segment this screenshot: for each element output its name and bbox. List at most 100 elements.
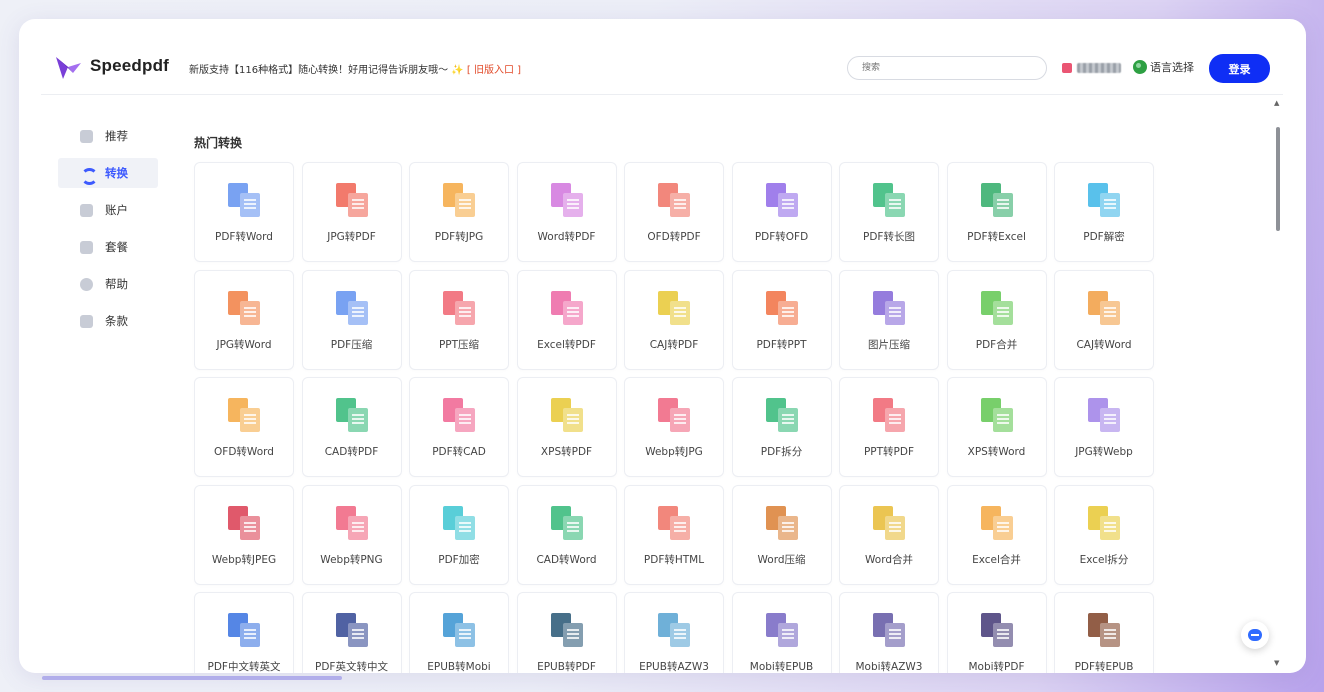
chat-support-button[interactable] (1241, 621, 1269, 649)
epub-to-mobi-icon (443, 613, 477, 647)
tool-card[interactable]: PDF中文转英文 (194, 592, 294, 673)
app-window: Speedpdf 新版支持【116种格式】随心转换！好用记得告诉朋友哦～ ✨ [… (19, 19, 1306, 673)
language-selector[interactable]: 语言选择 (1133, 59, 1194, 75)
tool-label: Webp转JPEG (211, 553, 277, 566)
tool-card[interactable]: PDF加密 (409, 484, 509, 585)
tool-card[interactable]: Excel合并 (946, 484, 1047, 585)
tool-card[interactable]: Webp转PNG (301, 484, 402, 585)
tool-label: EPUB转PDF (537, 661, 596, 673)
tool-card[interactable]: PDF转EPUB (1054, 592, 1154, 673)
tool-label: XPS转PDF (540, 446, 593, 458)
pdf-merge-icon (980, 290, 1015, 325)
sidebar-item-document[interactable]: 条款 (58, 306, 158, 336)
tool-card[interactable]: Webp转JPG (624, 377, 724, 477)
tool-card[interactable]: JPG转PDF (301, 162, 402, 262)
tool-card[interactable]: CAJ转Word (1054, 269, 1154, 370)
sidebar-item-card[interactable]: 套餐 (58, 232, 158, 262)
caj-to-word-icon (1088, 290, 1122, 325)
scroll-up-arrow-icon[interactable]: ▲ (1274, 99, 1279, 107)
tool-card[interactable]: PDF转PPT (731, 269, 832, 370)
pdf-to-html-icon (658, 505, 692, 540)
tool-card[interactable]: EPUB转PDF (516, 592, 617, 673)
tool-label: PDF压缩 (330, 338, 373, 351)
tool-card[interactable]: EPUB转Mobi (409, 592, 509, 673)
tool-card[interactable]: Excel转PDF (516, 269, 617, 370)
epub-to-pdf-icon (550, 613, 585, 647)
tool-label: OFD转Word (214, 446, 274, 458)
sidebar: 推荐转换账户套餐帮助条款 (58, 121, 158, 343)
tool-card[interactable]: OFD转Word (194, 377, 294, 477)
tool-card[interactable]: CAD转Word (516, 484, 617, 585)
sparkle-icon: ✨ (451, 65, 464, 76)
chat-bubble-icon (1248, 629, 1262, 641)
user-icon (80, 203, 93, 217)
search-input[interactable] (847, 56, 1047, 80)
app-content: Speedpdf 新版支持【116种格式】随心转换！好用记得告诉朋友哦～ ✨ [… (41, 37, 1283, 673)
tool-card[interactable]: PDF拆分 (731, 377, 832, 477)
tool-label: Mobi转EPUB (749, 661, 814, 673)
mobi-to-azw3-icon (873, 613, 907, 647)
tool-card[interactable]: PDF合并 (946, 269, 1047, 370)
login-button[interactable]: 登录 (1209, 54, 1270, 83)
tool-card[interactable]: PDF转JPG (409, 162, 509, 262)
jpg-to-word-icon (228, 290, 262, 325)
tool-card[interactable]: PDF转长图 (839, 162, 939, 262)
mobi-to-pdf-icon (980, 613, 1015, 647)
tool-card[interactable]: CAJ转PDF (624, 269, 724, 370)
tool-card[interactable]: XPS转PDF (516, 377, 617, 477)
scrollbar[interactable]: ▲ ▼ (1274, 97, 1283, 671)
xps-to-pdf-icon (550, 398, 585, 432)
tool-card[interactable]: PDF转CAD (409, 377, 509, 477)
old-version-link[interactable]: [ 旧版入口 ] (467, 65, 521, 76)
excel-to-pdf-icon (550, 290, 585, 325)
tool-label: 图片压缩 (868, 338, 910, 351)
tool-card[interactable]: XPS转Word (946, 377, 1047, 477)
globe-icon (1133, 60, 1147, 74)
sidebar-item-label: 条款 (105, 314, 128, 328)
tool-card[interactable]: PDF转Excel (946, 162, 1047, 262)
pdf-to-ofd-icon (765, 183, 800, 217)
jpg-to-webp-icon (1088, 398, 1122, 432)
sidebar-item-label: 帮助 (105, 277, 128, 291)
tool-card[interactable]: PDF转Word (194, 162, 294, 262)
speedpdf-logo-icon[interactable] (53, 53, 83, 81)
tool-card[interactable]: Word压缩 (731, 484, 832, 585)
word-to-pdf-icon (550, 183, 585, 217)
tool-card[interactable]: PDF英文转中文 (301, 592, 402, 673)
webp-to-jpeg-icon (228, 505, 262, 540)
tool-card[interactable]: JPG转Word (194, 269, 294, 370)
tool-card[interactable]: PDF转OFD (731, 162, 832, 262)
tool-card[interactable]: 图片压缩 (839, 269, 939, 370)
tool-card[interactable]: PPT压缩 (409, 269, 509, 370)
user-name-blurred[interactable] (1077, 63, 1121, 73)
tool-card[interactable]: Word转PDF (516, 162, 617, 262)
tool-card[interactable]: EPUB转AZW3 (624, 592, 724, 673)
tool-card[interactable]: JPG转Webp (1054, 377, 1154, 477)
tool-card[interactable]: PPT转PDF (839, 377, 939, 477)
sidebar-item-gift[interactable]: 推荐 (58, 121, 158, 151)
tool-card[interactable]: PDF压缩 (301, 269, 402, 370)
tool-card[interactable]: Word合并 (839, 484, 939, 585)
brand-name[interactable]: Speedpdf (90, 56, 169, 76)
scroll-down-arrow-icon[interactable]: ▼ (1274, 659, 1279, 667)
sidebar-item-help[interactable]: 帮助 (58, 269, 158, 299)
tool-label: CAJ转Word (1076, 338, 1132, 351)
scrollbar-thumb[interactable] (1276, 127, 1280, 231)
webp-to-jpg-icon (658, 398, 692, 432)
tool-card[interactable]: CAD转PDF (301, 377, 402, 477)
tool-card[interactable]: Webp转JPEG (194, 484, 294, 585)
tool-card[interactable]: Mobi转EPUB (731, 592, 832, 673)
tool-card[interactable]: Mobi转PDF (946, 592, 1047, 673)
sidebar-item-user[interactable]: 账户 (58, 195, 158, 225)
card-icon (80, 240, 93, 254)
user-avatar-icon[interactable] (1062, 63, 1072, 73)
tool-card[interactable]: PDF转HTML (624, 484, 724, 585)
tool-label: PDF转EPUB (1074, 661, 1134, 673)
tool-card[interactable]: Mobi转AZW3 (839, 592, 939, 673)
sidebar-item-convert[interactable]: 转换 (58, 158, 158, 188)
tool-label: Mobi转AZW3 (855, 661, 923, 673)
caj-to-pdf-icon (658, 290, 692, 325)
tool-card[interactable]: Excel拆分 (1054, 484, 1154, 585)
tool-card[interactable]: OFD转PDF (624, 162, 724, 262)
tool-card[interactable]: PDF解密 (1054, 162, 1154, 262)
